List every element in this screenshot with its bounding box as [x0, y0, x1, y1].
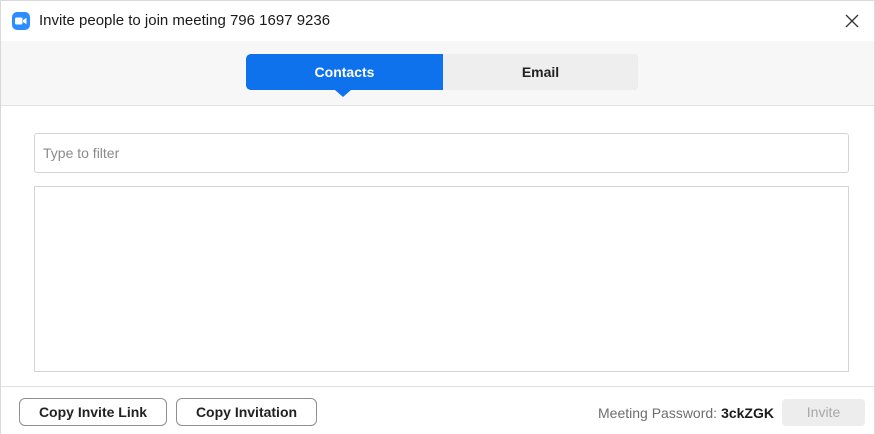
invite-button[interactable]: Invite — [782, 399, 865, 426]
tab-email[interactable]: Email — [443, 54, 638, 90]
copy-invitation-button[interactable]: Copy Invitation — [176, 398, 317, 426]
invite-dialog: Invite people to join meeting 796 1697 9… — [0, 0, 875, 434]
tab-contacts[interactable]: Contacts — [246, 54, 443, 97]
filter-input[interactable] — [34, 133, 849, 173]
tab-switcher: Contacts Email — [246, 54, 638, 97]
close-icon[interactable] — [838, 7, 866, 35]
meeting-password: Meeting Password: 3ckZGK — [598, 405, 774, 421]
meeting-password-value: 3ckZGK — [721, 405, 774, 421]
contact-list[interactable] — [34, 186, 849, 372]
dialog-footer: Copy Invite Link Copy Invitation Meeting… — [1, 386, 874, 434]
window-title: Invite people to join meeting 796 1697 9… — [39, 12, 331, 29]
meeting-password-label: Meeting Password: — [598, 405, 718, 421]
tab-header: Contacts Email — [1, 41, 874, 106]
title-bar: Invite people to join meeting 796 1697 9… — [1, 1, 874, 41]
zoom-app-icon — [12, 12, 30, 30]
copy-invite-link-button[interactable]: Copy Invite Link — [19, 398, 167, 426]
